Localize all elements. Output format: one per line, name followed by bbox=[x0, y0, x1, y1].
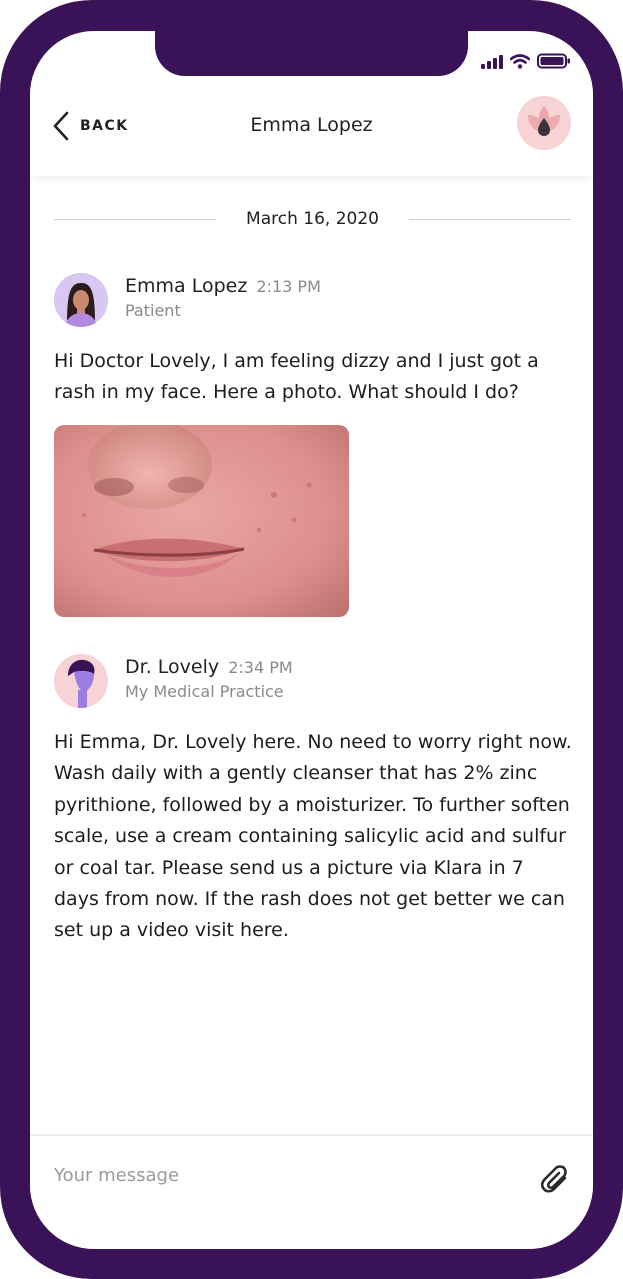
phone-frame: BACK Emma Lopez March 16, 2020 Emma Lope… bbox=[0, 0, 623, 1279]
screen: BACK Emma Lopez March 16, 2020 Emma Lope… bbox=[30, 31, 593, 1249]
lotus-icon bbox=[528, 106, 560, 136]
message-input[interactable] bbox=[52, 1164, 496, 1187]
patient-avatar-icon bbox=[54, 273, 108, 327]
date-divider: March 16, 2020 bbox=[54, 208, 571, 230]
page-title: Emma Lopez bbox=[250, 114, 373, 136]
chat-header: BACK Emma Lopez bbox=[30, 76, 593, 176]
message-composer bbox=[30, 1134, 593, 1249]
practice-logo[interactable] bbox=[517, 96, 571, 150]
notch bbox=[155, 31, 468, 76]
message-text: Hi Emma, Dr. Lovely here. No need to wor… bbox=[54, 731, 572, 942]
attached-photo[interactable] bbox=[54, 425, 349, 617]
sender-role: Patient bbox=[125, 301, 181, 320]
message-time: 2:34 PM bbox=[228, 658, 293, 677]
conversation-date: March 16, 2020 bbox=[246, 209, 379, 229]
message-meta: Emma Lopez 2:13 PM bbox=[125, 275, 321, 297]
doctor-avatar-icon bbox=[54, 654, 108, 708]
avatar bbox=[54, 273, 108, 327]
sender-name: Emma Lopez bbox=[125, 275, 248, 297]
status-bar bbox=[481, 53, 571, 69]
message-time: 2:13 PM bbox=[256, 277, 321, 296]
rash-photo-image bbox=[54, 425, 349, 617]
wifi-icon bbox=[510, 54, 530, 69]
paperclip-icon bbox=[540, 1165, 567, 1193]
attach-button[interactable] bbox=[539, 1164, 571, 1200]
message-meta: Dr. Lovely 2:34 PM bbox=[125, 656, 293, 678]
sender-role: My Medical Practice bbox=[125, 682, 284, 701]
signal-icon bbox=[481, 53, 503, 69]
battery-icon bbox=[537, 53, 570, 69]
message-text: Hi Doctor Lovely, I am feeling dizzy and… bbox=[54, 350, 539, 404]
sender-name: Dr. Lovely bbox=[125, 656, 220, 678]
avatar bbox=[54, 654, 108, 708]
